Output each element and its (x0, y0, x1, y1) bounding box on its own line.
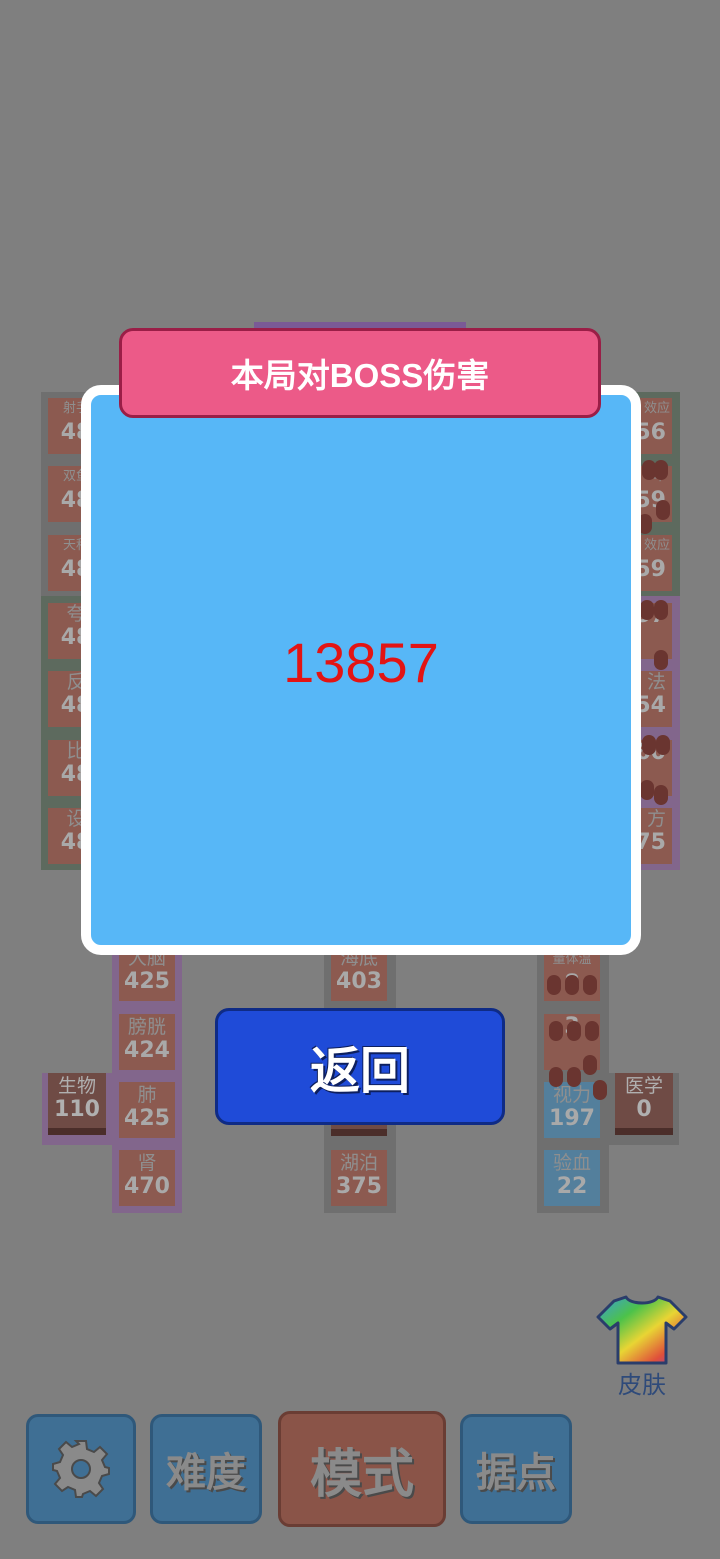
return-button[interactable]: 返回 (215, 1008, 505, 1125)
tshirt-icon (596, 1295, 688, 1365)
boss-damage-value: 13857 (283, 631, 439, 694)
return-button-label: 返回 (310, 1041, 410, 1100)
unit-marker (565, 975, 579, 995)
unit-marker (585, 1021, 599, 1041)
settings-button[interactable] (26, 1414, 136, 1524)
base-label: 据点 (476, 1450, 556, 1496)
dialog-title: 本局对BOSS伤害 (119, 328, 601, 418)
unit-marker (654, 600, 668, 620)
tile-shadow (615, 1128, 673, 1135)
board-tile[interactable]: 医学 0 (615, 1073, 673, 1135)
unit-marker (656, 735, 670, 755)
unit-marker (549, 1021, 563, 1041)
difficulty-label: 难度 (166, 1450, 246, 1496)
unit-marker (567, 1067, 581, 1087)
unit-marker (547, 975, 561, 995)
skin-button[interactable]: 皮肤 (596, 1293, 688, 1399)
mode-button[interactable]: 模式 (278, 1411, 446, 1527)
difficulty-button[interactable]: 难度 (150, 1414, 262, 1524)
unit-marker (656, 500, 670, 520)
unit-marker (640, 600, 654, 620)
unit-marker (567, 1021, 581, 1041)
unit-marker (654, 460, 668, 480)
skin-label: 皮肤 (618, 1371, 666, 1399)
board-tile[interactable]: 肾 470 (119, 1150, 175, 1206)
board-tile[interactable]: 肺 425 (119, 1082, 175, 1138)
unit-marker (549, 1067, 563, 1087)
base-button[interactable]: 据点 (460, 1414, 572, 1524)
unit-markers (545, 975, 615, 1125)
tile-shadow (331, 1129, 387, 1136)
board-tile[interactable]: 生物 110 (48, 1073, 106, 1135)
unit-marker (593, 1080, 607, 1100)
unit-marker (640, 780, 654, 800)
board-tile[interactable]: 验血 22 (544, 1150, 600, 1206)
tile-shadow (48, 1128, 106, 1135)
mode-label: 模式 (309, 1444, 414, 1505)
gear-icon (52, 1440, 110, 1498)
board-tile[interactable]: 湖泊 375 (331, 1150, 387, 1206)
board-tile[interactable]: 膀胱 424 (119, 1014, 175, 1070)
unit-marker (642, 735, 656, 755)
unit-marker (583, 1055, 597, 1075)
unit-marker (583, 975, 597, 995)
unit-marker (654, 650, 668, 670)
unit-marker (654, 785, 668, 805)
